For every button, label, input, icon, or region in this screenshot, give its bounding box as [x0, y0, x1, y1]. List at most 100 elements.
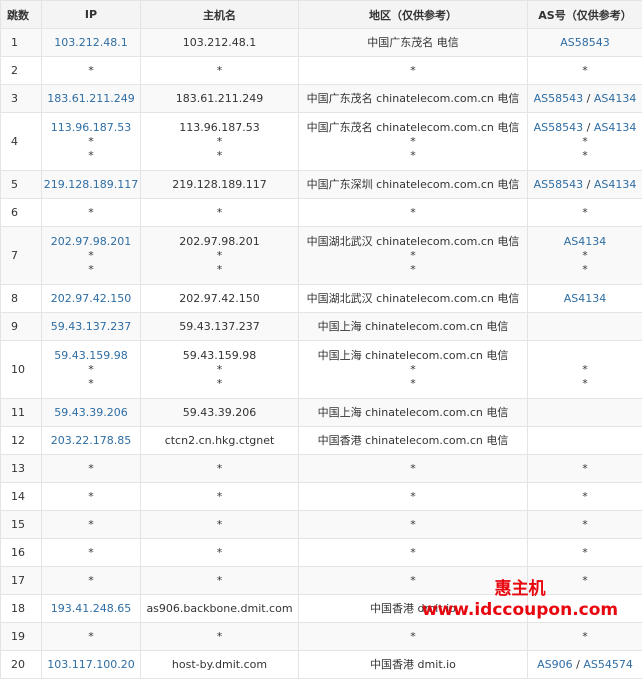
location-cell: 中国广东深圳 chinatelecom.com.cn 电信 — [298, 170, 528, 199]
unknown-marker: * — [88, 362, 94, 376]
unknown-marker: * — [410, 517, 416, 531]
table-row: 2 * * * * — [0, 56, 642, 85]
as-link[interactable]: AS4134 — [594, 121, 637, 134]
table-row: 11 59.43.39.206 59.43.39.206 中国上海 chinatele… — [0, 398, 642, 427]
hop-cell: 13 — [0, 454, 42, 483]
ip-link[interactable]: 219.128.189.117 — [44, 178, 138, 191]
location-cell-text: 中国广东茂名 电信 — [367, 35, 459, 49]
location-cell-text: 中国上海 chinatelecom.com.cn 电信 — [317, 348, 509, 362]
ip-link[interactable]: 193.41.248.65 — [51, 602, 131, 615]
as-cell: AS4134 * * — [527, 226, 642, 285]
unknown-marker: * — [88, 573, 94, 587]
ip-cell: 203.22.178.85 — [41, 426, 141, 455]
host-cell: * — [140, 622, 299, 651]
column-header-as: AS号（仅供参考） — [527, 0, 642, 29]
as-line: AS58543 / AS4134 — [528, 92, 642, 106]
unknown-marker: * — [582, 248, 588, 262]
location-cell: * — [298, 454, 528, 483]
unknown-marker: * — [216, 489, 223, 503]
unknown-marker: * — [582, 376, 588, 390]
table-row: 9 59.43.137.237 59.43.137.237 中国上海 chinatel… — [0, 312, 642, 341]
ip-cell: 59.43.159.98 * * — [41, 340, 141, 399]
as-link[interactable]: AS58543 — [560, 36, 610, 49]
hop-cell: 10 — [0, 340, 42, 399]
unknown-marker: * — [88, 629, 94, 643]
as-line — [528, 406, 642, 420]
as-cell: * * — [527, 340, 642, 399]
unknown-marker: * — [582, 545, 588, 559]
as-link[interactable]: AS4134 — [564, 292, 607, 305]
ip-link[interactable]: 59.43.159.98 — [54, 349, 127, 362]
hop-cell: 4 — [0, 112, 42, 171]
as-link[interactable]: AS4134 — [594, 178, 637, 191]
as-link[interactable]: AS906 — [537, 658, 573, 671]
hop-cell: 18 — [0, 594, 42, 623]
unknown-marker: * — [582, 148, 588, 162]
hop-cell: 5 — [0, 170, 42, 199]
hop-cell: 1 — [0, 28, 42, 57]
location-cell: * — [298, 538, 528, 567]
as-line: * — [528, 462, 642, 476]
unknown-marker: * — [410, 362, 416, 376]
hop-cell: 19 — [0, 622, 42, 651]
table-row: 7 202.97.98.201 * * 202.97.98.201 * * 中国湖北武汉 ch… — [0, 226, 642, 285]
unknown-marker: * — [582, 63, 588, 77]
as-cell: AS4134 — [527, 284, 642, 313]
unknown-marker: * — [88, 376, 94, 390]
host-cell-text: 202.97.42.150 — [179, 291, 260, 305]
unknown-marker: * — [582, 489, 588, 503]
hop-cell: 12 — [0, 426, 42, 455]
as-link[interactable]: AS58543 — [534, 121, 584, 134]
ip-link[interactable]: 113.96.187.53 — [51, 121, 131, 134]
unknown-marker: * — [88, 205, 94, 219]
ip-link[interactable]: 59.43.39.206 — [54, 406, 127, 419]
hop-cell: 20 — [0, 650, 42, 679]
hop-cell: 16 — [0, 538, 42, 567]
as-link[interactable]: AS58543 — [534, 92, 584, 105]
as-cell — [527, 398, 642, 427]
table-row: 18 193.41.248.65 as906.backbone.dmit.com 中国… — [0, 594, 642, 623]
ip-link[interactable]: 203.22.178.85 — [51, 434, 131, 447]
host-cell-text: 219.128.189.117 — [172, 177, 267, 191]
location-cell-text: 中国广东深圳 chinatelecom.com.cn 电信 — [306, 177, 520, 191]
ip-cell: 202.97.98.201 * * — [41, 226, 141, 285]
as-separator: / — [572, 657, 584, 671]
location-cell-text: 中国湖北武汉 chinatelecom.com.cn 电信 — [306, 234, 520, 248]
host-cell-text: 59.43.39.206 — [182, 405, 257, 419]
unknown-marker: * — [582, 629, 588, 643]
as-line: AS58543 / AS4134 — [528, 121, 642, 135]
table-row: 3 183.61.211.249 183.61.211.249 中国广东茂名 chin… — [0, 84, 642, 113]
host-cell-text: 113.96.187.53 — [179, 120, 260, 134]
as-line: * — [528, 149, 642, 163]
ip-cell: * — [41, 622, 141, 651]
ip-link[interactable]: 202.97.42.150 — [51, 292, 131, 305]
as-cell: * — [527, 622, 642, 651]
as-link[interactable]: AS58543 — [534, 178, 584, 191]
host-cell: 183.61.211.249 — [140, 84, 299, 113]
as-line: * — [528, 518, 642, 532]
location-cell: 中国香港 dmit.io — [298, 594, 528, 623]
as-link[interactable]: AS54574 — [583, 658, 633, 671]
host-cell-text: 59.43.137.237 — [179, 319, 260, 333]
unknown-marker: * — [410, 629, 416, 643]
ip-link[interactable]: 202.97.98.201 — [51, 235, 131, 248]
host-cell: * — [140, 454, 299, 483]
as-link[interactable]: AS4134 — [594, 92, 637, 105]
host-cell: 202.97.42.150 — [140, 284, 299, 313]
as-line — [528, 434, 642, 448]
ip-link[interactable]: 59.43.137.237 — [51, 320, 131, 333]
host-cell: * — [140, 198, 299, 227]
unknown-marker: * — [410, 248, 416, 262]
table-row: 1 103.212.48.1 103.212.48.1 中国广东茂名 电信 AS5854… — [0, 28, 642, 57]
ip-link[interactable]: 183.61.211.249 — [47, 92, 134, 105]
ip-link[interactable]: 103.212.48.1 — [54, 36, 127, 49]
table-row: 6 * * * * — [0, 198, 642, 227]
as-link[interactable]: AS4134 — [564, 235, 607, 248]
host-cell-text: ctcn2.cn.hkg.ctgnet — [164, 433, 275, 447]
as-line: * — [528, 546, 642, 560]
table-body: 1 103.212.48.1 103.212.48.1 中国广东茂名 电信 AS5854… — [0, 28, 642, 679]
hop-cell: 15 — [0, 510, 42, 539]
ip-cell: 193.41.248.65 — [41, 594, 141, 623]
unknown-marker: * — [216, 629, 223, 643]
ip-link[interactable]: 103.117.100.20 — [47, 658, 134, 671]
